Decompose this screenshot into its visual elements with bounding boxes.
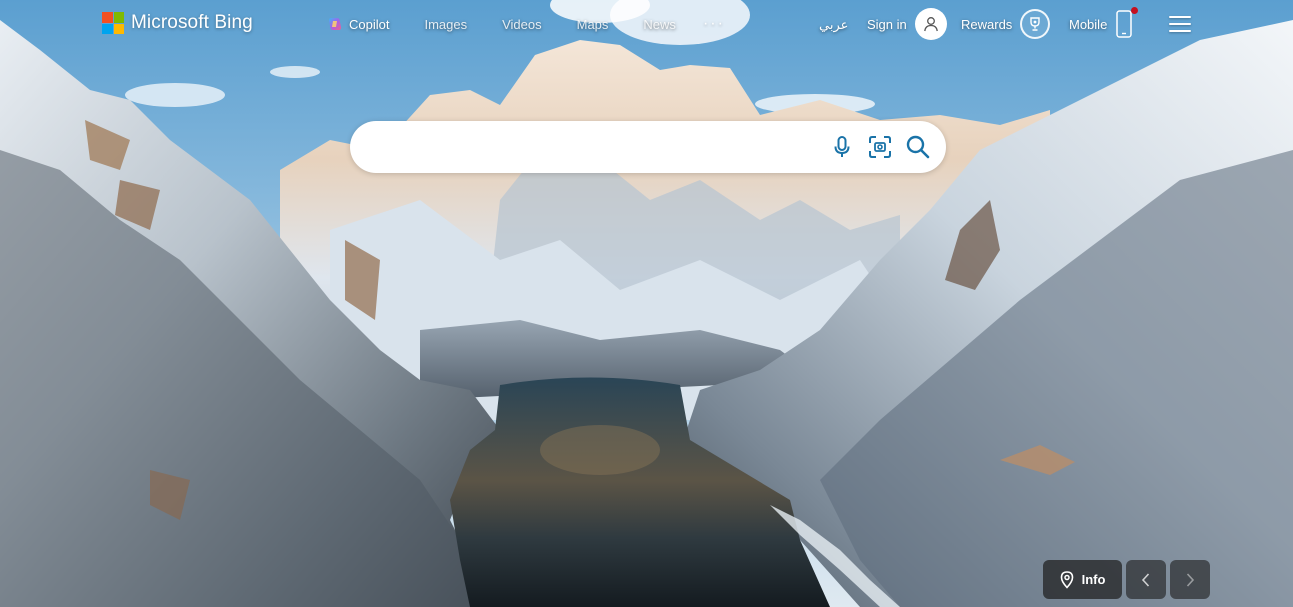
nav-videos-label: Videos	[502, 16, 542, 32]
rewards-button[interactable]: Rewards	[961, 8, 1051, 40]
nav-news-label: News	[643, 16, 676, 32]
logo-square-red	[102, 12, 113, 23]
hamburger-menu-icon[interactable]	[1169, 15, 1191, 33]
notification-dot	[1131, 7, 1139, 14]
trophy-icon	[1030, 17, 1040, 31]
bing-logo[interactable]: Microsoft Bing	[102, 11, 253, 35]
right-nav: عربي Sign in Rewards Mobile	[813, 0, 1293, 48]
logo-square-yellow	[113, 23, 124, 34]
mobile-button[interactable]: Mobile	[1069, 7, 1139, 40]
rewards-trophy-icon	[1020, 9, 1051, 39]
nav-images[interactable]: Images	[424, 17, 467, 32]
nav-copilot-label: Copilot	[349, 16, 390, 32]
location-pin-icon	[1060, 570, 1073, 589]
copilot-icon	[328, 18, 342, 30]
nav-images-label: Images	[424, 16, 468, 32]
nav-videos[interactable]: Videos	[502, 17, 542, 32]
avatar-icon	[914, 8, 947, 40]
microphone-glyph	[834, 136, 850, 157]
next-image-button[interactable]	[1170, 560, 1210, 599]
top-header: Microsoft Bing Copilot Images Videos Map…	[0, 0, 1293, 48]
rewards-label: Rewards	[961, 16, 1013, 32]
chevron-left-icon	[1141, 572, 1150, 587]
hamburger-line	[1169, 16, 1191, 18]
search-icon[interactable]	[904, 133, 932, 161]
mobile-label: Mobile	[1069, 16, 1108, 32]
hamburger-line	[1169, 23, 1191, 25]
more-icon[interactable]: ···	[703, 15, 725, 33]
nav-copilot[interactable]: Copilot	[327, 16, 389, 32]
logo-square-blue	[102, 23, 113, 34]
language-link[interactable]: عربي	[819, 17, 848, 33]
sign-in-label: Sign in	[867, 16, 907, 32]
top-nav: Copilot Images Videos Maps News ···	[327, 0, 725, 48]
phone-outline-icon	[1116, 10, 1133, 38]
visual-search-icon[interactable]	[866, 133, 894, 161]
microphone-icon[interactable]	[828, 133, 856, 161]
previous-image-button[interactable]	[1126, 560, 1166, 599]
camera-frame-glyph	[869, 136, 891, 158]
logo-square-green	[113, 12, 124, 23]
microsoft-logo-icon	[102, 12, 124, 34]
magnifier-glyph	[906, 135, 930, 159]
search-box	[350, 121, 946, 173]
info-label: Info	[1081, 572, 1106, 587]
logo-text: Microsoft Bing	[131, 12, 253, 33]
nav-maps[interactable]: Maps	[577, 17, 609, 32]
hamburger-line	[1169, 30, 1191, 32]
image-info-button[interactable]: Info	[1043, 560, 1122, 599]
background-image	[0, 0, 1293, 607]
person-icon	[923, 17, 938, 32]
chevron-right-icon	[1186, 572, 1195, 587]
sign-in-button[interactable]: Sign in	[867, 8, 947, 40]
nav-maps-label: Maps	[576, 16, 609, 32]
search-input[interactable]	[372, 133, 822, 161]
nav-news[interactable]: News	[643, 17, 676, 32]
phone-icon	[1115, 7, 1139, 39]
